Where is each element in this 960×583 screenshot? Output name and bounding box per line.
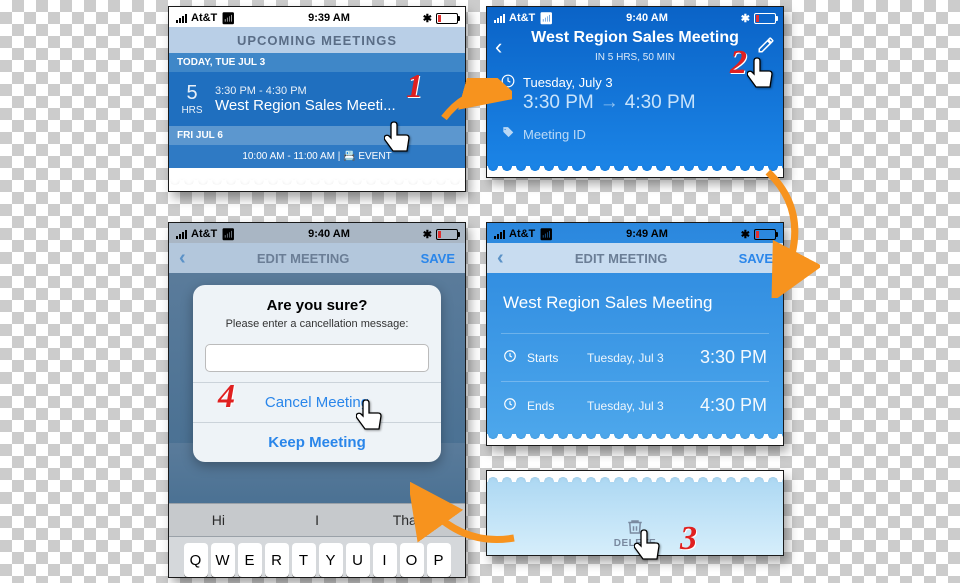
step-2-marker: 2 (730, 44, 747, 82)
key[interactable]: E (238, 543, 262, 577)
clock-label: 9:40 AM (235, 228, 423, 240)
key[interactable]: I (373, 543, 397, 577)
bluetooth-icon: ✱ (741, 12, 750, 25)
nav-title: EDIT MEETING (575, 251, 667, 266)
step-4-marker: 4 (218, 378, 235, 416)
nav-title: EDIT MEETING (257, 251, 349, 266)
clock-label: 9:40 AM (553, 12, 741, 24)
suggestion[interactable]: Hi (169, 504, 268, 536)
carrier-label: At&T (191, 228, 217, 240)
dialog-title: Are you sure? (267, 297, 368, 314)
carrier-label: At&T (509, 12, 535, 24)
ends-row[interactable]: Ends Tuesday, Jul 3 4:30 PM (487, 382, 783, 429)
back-button[interactable]: ‹ (179, 247, 186, 270)
save-button[interactable]: SAVE (739, 251, 773, 266)
battery-icon (436, 13, 458, 24)
edit-meeting-footer: DELETE (486, 470, 784, 556)
edit-meeting-panel: At&T 📶︎ 9:49 AM ✱ ‹ EDIT MEETING SAVE Wes… (486, 222, 784, 446)
status-bar: At&T 📶︎ 9:49 AM ✱ (487, 223, 783, 243)
starts-row[interactable]: Starts Tuesday, Jul 3 3:30 PM (487, 334, 783, 381)
meeting-id-label: Meeting ID (523, 127, 586, 142)
cancellation-input[interactable] (205, 344, 429, 372)
confirm-dialog: Are you sure? Please enter a cancellatio… (193, 285, 441, 462)
meeting-name: West Region Sales Meeti... (215, 97, 465, 114)
clock-icon (503, 349, 517, 366)
bluetooth-icon: ✱ (423, 228, 432, 241)
status-bar: At&T 📶︎ 9:40 AM ✱ (169, 223, 465, 243)
keep-meeting-button[interactable]: Keep Meeting (193, 422, 441, 462)
status-bar: At&T 📶︎ 9:39 AM ✱ (169, 7, 465, 27)
step-3-marker: 3 (680, 520, 697, 558)
key[interactable]: Q (184, 543, 208, 577)
wifi-icon: 📶︎ (221, 12, 235, 25)
status-bar: At&T 📶︎ 9:40 AM ✱ (487, 7, 783, 27)
carrier-label: At&T (509, 228, 535, 240)
date-header-fri: FRI JUL 6 (169, 126, 465, 145)
meeting-title-field[interactable]: West Region Sales Meeting (487, 273, 783, 333)
edit-button[interactable] (757, 36, 775, 59)
wifi-icon: 📶︎ (539, 228, 553, 241)
step-1-marker: 1 (406, 68, 423, 106)
key[interactable]: T (292, 543, 316, 577)
detail-subtitle: IN 5 HRS, 50 MIN (595, 52, 675, 63)
signal-icon (494, 230, 505, 239)
clock-label: 9:49 AM (553, 228, 741, 240)
battery-icon (754, 13, 776, 24)
suggestion[interactable]: I (268, 504, 367, 536)
tag-icon (501, 126, 515, 143)
detail-time-range: 3:30 PM→4:30 PM (487, 92, 783, 114)
signal-icon (494, 14, 505, 23)
wifi-icon: 📶︎ (539, 12, 553, 25)
dialog-message: Please enter a cancellation message: (203, 318, 431, 330)
delete-button[interactable]: DELETE (487, 518, 783, 549)
clock-label: 9:39 AM (235, 12, 423, 24)
battery-icon (754, 229, 776, 240)
meeting-time: 3:30 PM - 4:30 PM (215, 85, 465, 97)
key[interactable]: Y (319, 543, 343, 577)
event-row[interactable]: 10:00 AM - 11:00 AM | 📇 EVENT (169, 145, 465, 168)
bluetooth-icon: ✱ (741, 228, 750, 241)
meeting-detail-panel: At&T 📶︎ 9:40 AM ✱ ‹ West Region Sales Mee… (486, 6, 784, 178)
keyboard-row: Q W E R T Y U I O P (169, 537, 465, 578)
bluetooth-icon: ✱ (423, 12, 432, 25)
detail-date: Tuesday, July 3 (523, 75, 613, 90)
back-button[interactable]: ‹ (495, 34, 513, 60)
signal-icon (176, 14, 187, 23)
key[interactable]: P (427, 543, 451, 577)
save-button[interactable]: SAVE (421, 251, 455, 266)
key[interactable]: U (346, 543, 370, 577)
keyboard-suggestions: Hi I Thanks (169, 503, 465, 537)
key[interactable]: O (400, 543, 424, 577)
suggestion[interactable]: Thanks (366, 504, 465, 536)
detail-title: West Region Sales Meeting (513, 29, 757, 47)
battery-icon (436, 229, 458, 240)
key[interactable]: W (211, 543, 235, 577)
signal-icon (176, 230, 187, 239)
wifi-icon: 📶︎ (221, 228, 235, 241)
key[interactable]: R (265, 543, 289, 577)
carrier-label: At&T (191, 12, 217, 24)
page-title: UPCOMING MEETINGS (169, 27, 465, 53)
countdown: 5HRS (169, 82, 215, 116)
back-button[interactable]: ‹ (497, 247, 504, 270)
clock-icon (501, 74, 515, 91)
clock-icon (503, 397, 517, 414)
cancel-modal-panel: At&T 📶︎ 9:40 AM ✱ ‹ EDIT MEETING SAVE Hi … (168, 222, 466, 578)
